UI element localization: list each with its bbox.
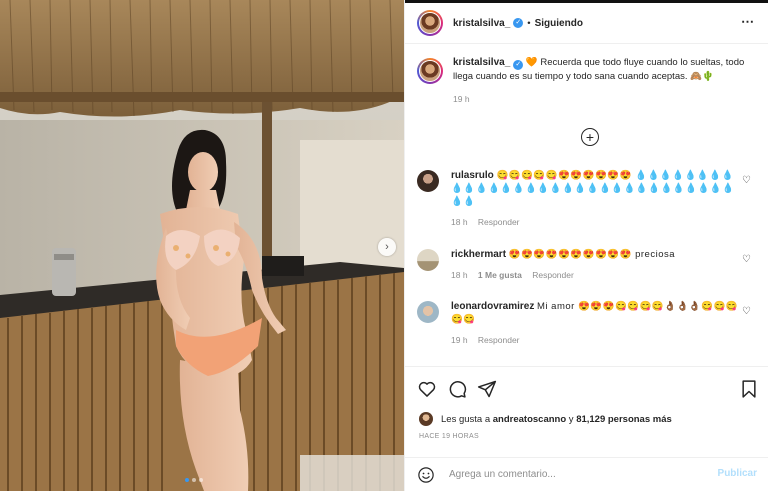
comment-icon[interactable] xyxy=(447,379,467,399)
likes-prefix: Les gusta a xyxy=(441,413,491,425)
comment-text: 😋😋😋😋😋😍😍😍😍😍😍 💧💧💧💧💧💧💧💧💧💧💧💧💧💧💧💧💧💧💧💧💧💧💧💧💧💧💧💧… xyxy=(451,170,735,207)
post-photo[interactable]: › xyxy=(0,0,404,491)
comment-item: rulasrulo 😋😋😋😋😋😍😍😍😍😍😍 💧💧💧💧💧💧💧💧💧💧💧💧💧💧💧💧💧💧… xyxy=(417,169,759,229)
author-username[interactable]: kristalsilva_ xyxy=(453,18,510,29)
commenter-username[interactable]: leonardovramirez xyxy=(451,301,534,312)
beach-bar-photo xyxy=(0,0,404,491)
share-icon[interactable] xyxy=(477,379,497,399)
post-time-ago[interactable]: HACE 19 HORAS xyxy=(419,433,479,440)
comment-input[interactable] xyxy=(449,469,699,480)
following-button[interactable]: Siguiendo xyxy=(535,18,583,29)
instagram-post: › kristalsilva_ ✓ • Siguiendo ⋯ kristals… xyxy=(0,0,768,491)
post-actions: Les gusta a andreatoscanno y 81,129 pers… xyxy=(405,366,768,466)
comment-item: rickhermart 😍😍😍😍😍😍😍😍😍😍 preciosa 18 h 1 M… xyxy=(417,248,759,282)
bookmark-icon[interactable] xyxy=(739,379,759,399)
likes-count-button[interactable]: 81,129 personas más xyxy=(576,414,672,425)
comment-like-heart-icon[interactable]: ♡ xyxy=(742,306,751,317)
post-side-panel: kristalsilva_ ✓ • Siguiendo ⋯ kristalsil… xyxy=(404,0,768,491)
comment-text: 😍😍😍😍😍😍😍😍😍😍 preciosa xyxy=(508,249,676,260)
comment-like-heart-icon[interactable]: ♡ xyxy=(742,254,751,265)
commenter-avatar[interactable] xyxy=(417,249,439,271)
load-more-comments-button[interactable]: + xyxy=(581,128,599,146)
add-comment-bar: Publicar xyxy=(405,457,768,491)
commenter-avatar[interactable] xyxy=(417,170,439,192)
comment-time[interactable]: 19 h xyxy=(451,335,468,345)
carousel-next-button[interactable]: › xyxy=(378,238,396,256)
comment-reply-button[interactable]: Responder xyxy=(478,335,520,345)
comment-item: leonardovramirez Mi amor 😍😍😍😋😋😋😋👌🏾👌🏾👌🏾😋😋… xyxy=(417,300,759,347)
comment-time[interactable]: 18 h xyxy=(451,270,468,280)
caption-prefix-emoji: 🧡 xyxy=(525,57,538,68)
smile-icon[interactable] xyxy=(417,466,435,484)
likes-summary: Les gusta a andreatoscanno y 81,129 pers… xyxy=(419,412,672,426)
verified-badge-icon: ✓ xyxy=(513,60,524,70)
chevron-right-icon: › xyxy=(385,240,389,253)
carousel-dot xyxy=(199,478,203,482)
comment-reply-button[interactable]: Responder xyxy=(478,217,520,227)
separator: • xyxy=(527,17,531,29)
heart-icon[interactable] xyxy=(417,379,437,399)
post-header: kristalsilva_ ✓ • Siguiendo ⋯ xyxy=(405,3,768,44)
commenter-username[interactable]: rickhermart xyxy=(451,249,506,260)
caption-suffix-emoji: 🙈🌵 xyxy=(690,71,714,82)
commenter-avatar[interactable] xyxy=(417,301,439,323)
comment-like-heart-icon[interactable]: ♡ xyxy=(742,175,751,186)
likes-conjunction: y xyxy=(568,413,574,425)
verified-badge-icon: ✓ xyxy=(513,18,524,28)
comment-likes-count[interactable]: 1 Me gusta xyxy=(478,270,522,280)
more-options-icon[interactable]: ⋯ xyxy=(741,14,755,30)
caption-username[interactable]: kristalsilva_ xyxy=(453,57,510,68)
carousel-dot xyxy=(185,478,189,482)
post-caption: kristalsilva_ ✓ 🧡 Recuerda que todo fluye… xyxy=(417,56,759,106)
carousel-indicator xyxy=(185,478,203,482)
comment-reply-button[interactable]: Responder xyxy=(532,270,574,280)
commenter-username[interactable]: rulasrulo xyxy=(451,170,494,181)
plus-circle-icon: + xyxy=(585,129,595,145)
liker-avatar[interactable] xyxy=(419,412,433,426)
caption-avatar[interactable] xyxy=(417,58,443,84)
publish-button[interactable]: Publicar xyxy=(718,468,757,479)
caption-time[interactable]: 19 h xyxy=(453,94,470,104)
liker-username[interactable]: andreatoscanno xyxy=(493,414,566,425)
author-avatar[interactable] xyxy=(417,10,443,36)
carousel-dot xyxy=(192,478,196,482)
comment-time[interactable]: 18 h xyxy=(451,217,468,227)
